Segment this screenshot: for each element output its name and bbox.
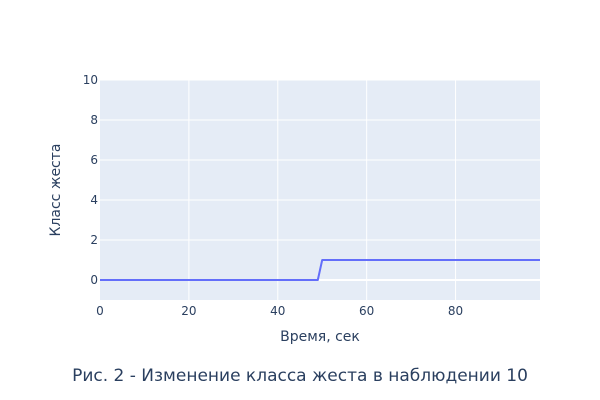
line-chart: 0 20 40 60 80 0 2 4 6 8 10 Время, сек Класс жеста… <box>48 73 540 386</box>
x-tick-labels: 0 20 40 60 80 <box>96 304 463 318</box>
y-tick-label: 10 <box>83 73 98 87</box>
y-axis-title: Класс жеста <box>48 144 64 237</box>
figure-caption: Рис. 2 - Изменение класса жеста в наблюд… <box>72 366 528 386</box>
y-tick-label: 4 <box>90 193 98 207</box>
x-tick-label: 80 <box>448 304 463 318</box>
y-tick-label: 6 <box>90 153 98 167</box>
x-tick-label: 20 <box>181 304 196 318</box>
x-tick-label: 40 <box>270 304 285 318</box>
y-tick-label: 2 <box>90 233 98 247</box>
x-tick-label: 0 <box>96 304 104 318</box>
x-tick-label: 60 <box>359 304 374 318</box>
y-tick-labels: 0 2 4 6 8 10 <box>83 73 98 287</box>
x-axis-title: Время, сек <box>280 329 360 345</box>
chart-container: 0 20 40 60 80 0 2 4 6 8 10 Время, сек Класс жеста… <box>0 0 600 400</box>
y-tick-label: 8 <box>90 113 98 127</box>
y-tick-label: 0 <box>90 273 98 287</box>
